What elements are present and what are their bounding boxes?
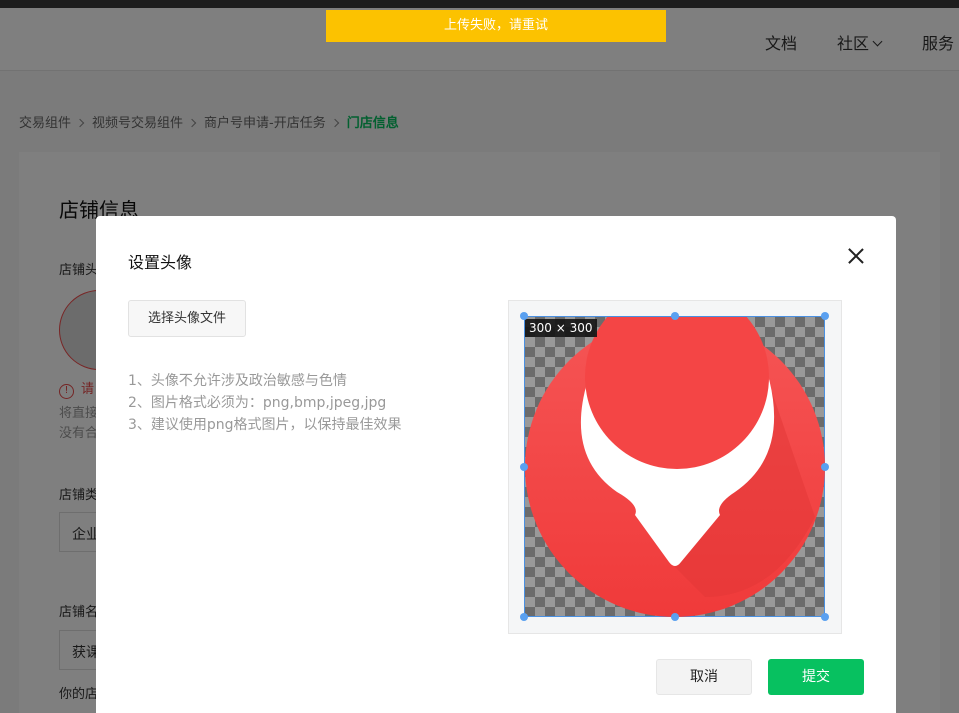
crop-handle[interactable] xyxy=(821,613,829,621)
crop-handle[interactable] xyxy=(520,613,528,621)
crop-box[interactable]: 300 × 300 xyxy=(520,312,829,621)
crop-dimensions: 300 × 300 xyxy=(525,319,597,337)
rule-item: 3、建议使用png格式图片，以保持最佳效果 xyxy=(128,417,402,433)
crop-area: 300 × 300 xyxy=(508,300,842,634)
crop-handle[interactable] xyxy=(821,312,829,320)
avatar-image xyxy=(525,317,825,617)
close-icon[interactable] xyxy=(844,244,868,268)
crop-handle[interactable] xyxy=(821,463,829,471)
crop-handle[interactable] xyxy=(520,312,528,320)
dialog-title: 设置头像 xyxy=(128,253,193,272)
rule-item: 2、图片格式必须为：png,bmp,jpeg,jpg xyxy=(128,395,387,411)
submit-button[interactable]: 提交 xyxy=(768,659,864,695)
crop-handle[interactable] xyxy=(671,613,679,621)
upload-error-toast: 上传失败，请重试 xyxy=(326,10,666,42)
choose-avatar-file-button[interactable]: 选择头像文件 xyxy=(128,300,246,337)
cancel-button[interactable]: 取消 xyxy=(656,659,752,695)
avatar-rules: 1、头像不允许涉及政治敏感与色情 2、图片格式必须为：png,bmp,jpeg,… xyxy=(128,370,402,436)
avatar-dialog: 设置头像 选择头像文件 1、头像不允许涉及政治敏感与色情 2、图片格式必须为：p… xyxy=(96,216,896,713)
crop-handle[interactable] xyxy=(520,463,528,471)
crop-handle[interactable] xyxy=(671,312,679,320)
rule-item: 1、头像不允许涉及政治敏感与色情 xyxy=(128,373,347,389)
